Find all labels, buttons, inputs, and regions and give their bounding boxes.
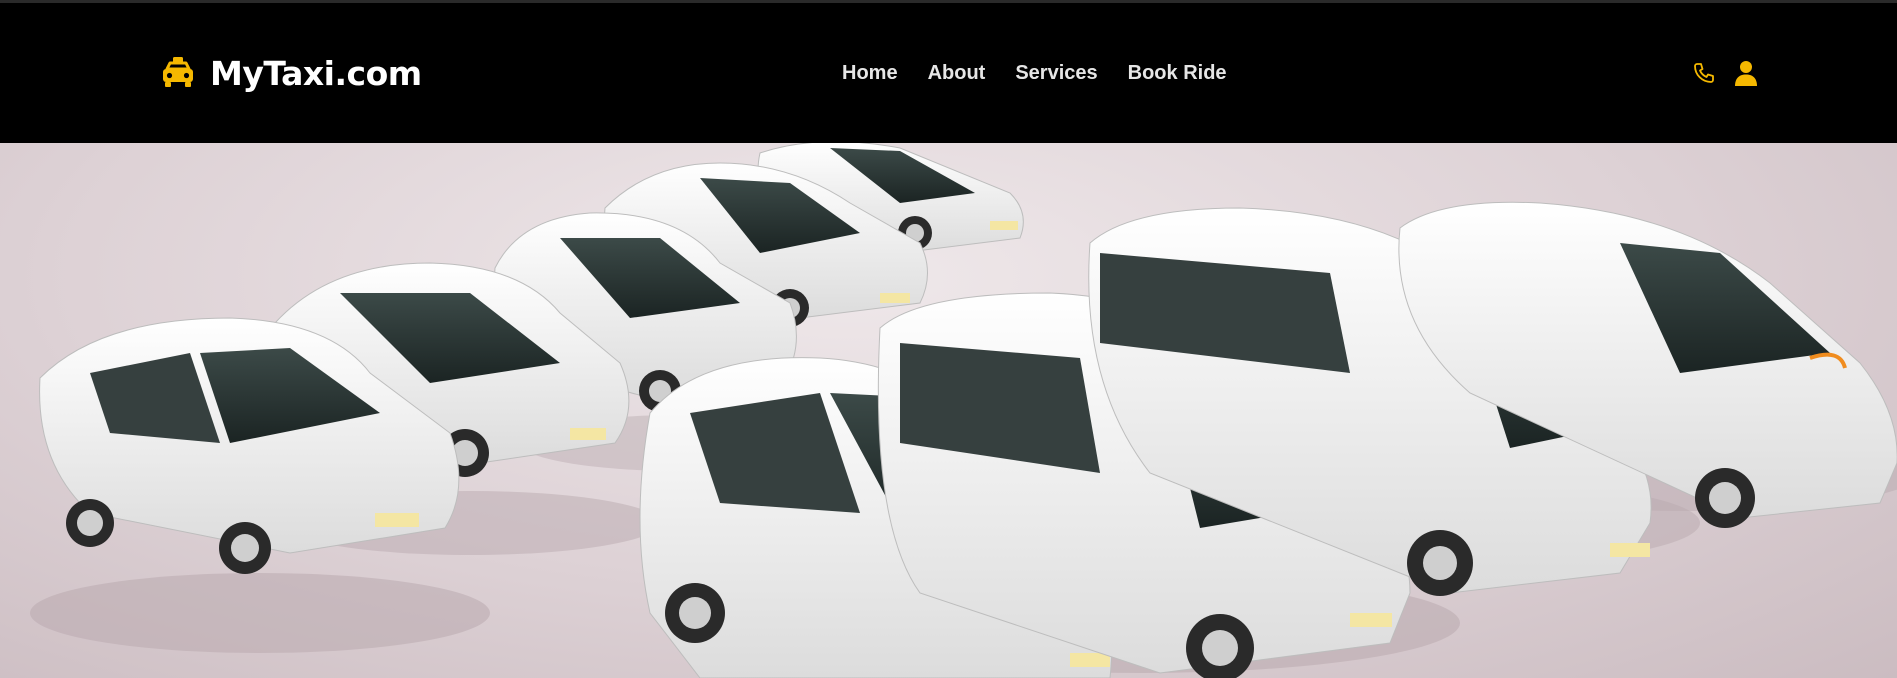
- nav-about-link[interactable]: About: [928, 62, 986, 85]
- nav-services-link[interactable]: Services: [1015, 62, 1097, 85]
- navbar: MyTaxi.com Home About Services Book Ride: [0, 3, 1897, 143]
- fleet-image: [30, 143, 1897, 678]
- nav-book-ride-link[interactable]: Book Ride: [1128, 62, 1227, 85]
- phone-icon[interactable]: [1692, 61, 1716, 85]
- nav-home-link[interactable]: Home: [842, 62, 898, 85]
- brand-logo[interactable]: MyTaxi.com: [160, 3, 422, 143]
- header-actions: [1692, 3, 1758, 143]
- brand-name: MyTaxi.com: [210, 53, 422, 93]
- user-icon[interactable]: [1734, 59, 1758, 87]
- taxi-icon: [163, 57, 193, 87]
- main-nav: Home About Services Book Ride: [842, 3, 1257, 143]
- hero-banner: [0, 143, 1897, 678]
